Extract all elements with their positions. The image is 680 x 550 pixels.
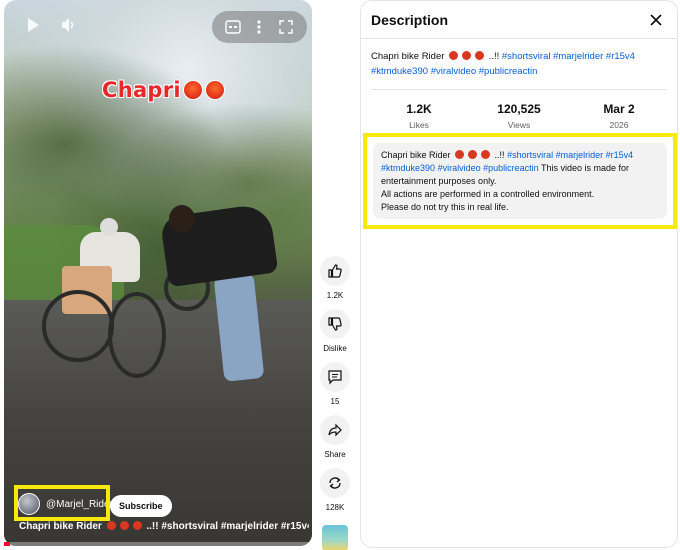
description-title-suffix: ..!!: [492, 150, 508, 160]
description-highlight-box: Chapri bike Rider ..!! #shortsviral #mar…: [363, 133, 677, 229]
hashtag-link[interactable]: #publicreactin: [483, 163, 539, 173]
video-frame-rider-head: [169, 205, 195, 233]
hashtag-link[interactable]: #r15v4: [606, 150, 634, 160]
video-title[interactable]: Chapri bike Rider ..!! #shortsviral #mar…: [19, 521, 309, 532]
remix-count: 128K: [325, 503, 345, 512]
fullscreen-icon[interactable]: [275, 16, 297, 38]
stat-value: 1.2K: [406, 102, 432, 116]
channel-highlight-box: [14, 485, 110, 521]
action-rail: 1.2K Dislike 15 Share 128K: [318, 256, 352, 550]
remix-icon: [329, 477, 341, 489]
angry-face-icon: [455, 150, 465, 159]
like-count: 1.2K: [326, 291, 344, 300]
video-frame-head: [100, 218, 118, 236]
dislike-button[interactable]: [320, 309, 350, 339]
angry-face-icon: [132, 521, 142, 530]
play-icon[interactable]: [22, 14, 44, 36]
video-stats: 1.2K Likes 120,525 Views Mar 2 2026: [361, 90, 677, 130]
player-top-left-controls: [22, 14, 80, 36]
hashtag-link[interactable]: #marjelrider: [556, 150, 604, 160]
thumbs-up-icon: [328, 264, 342, 278]
share-icon: [328, 423, 342, 437]
angry-face-icon: [481, 150, 491, 159]
stat-value: 120,525: [497, 102, 541, 116]
dislike-label: Dislike: [323, 344, 347, 353]
description-intro: Chapri bike Rider ..!! #shortsviral #mar…: [361, 39, 677, 79]
angry-face-icon: [449, 51, 459, 60]
hashtag-link[interactable]: #r15v4: [606, 51, 635, 62]
more-options-icon[interactable]: [248, 16, 270, 38]
hashtag-link[interactable]: #ktmduke390: [371, 66, 428, 77]
video-progress-bar[interactable]: [4, 542, 312, 546]
stat-label: Likes: [409, 120, 429, 130]
close-icon: [650, 13, 662, 26]
description-panel-header: Description: [361, 1, 677, 39]
captions-icon[interactable]: [222, 16, 244, 38]
hashtag-link[interactable]: #marjelrider: [553, 51, 603, 62]
comments-count: 15: [330, 397, 340, 406]
description-title-text: Chapri bike Rider: [381, 150, 451, 160]
video-player[interactable]: Chapri @Marjel_Rider Subscribe Chapri bi…: [4, 0, 312, 546]
hashtag-link[interactable]: #viralvideo: [438, 163, 481, 173]
hashtag-link[interactable]: #ktmduke390: [381, 163, 435, 173]
video-progress-fill: [4, 542, 11, 546]
hashtag-link[interactable]: #publicreactin: [479, 66, 538, 77]
angry-face-icon: [204, 80, 225, 100]
stat-likes: 1.2K Likes: [374, 102, 464, 130]
share-label: Share: [324, 450, 346, 459]
description-panel: Description Chapri bike Rider ..!! #shor…: [360, 0, 678, 548]
angry-face-icon: [462, 51, 472, 60]
angry-face-icon: [468, 150, 478, 159]
video-frame-wheel: [42, 290, 114, 362]
description-line-2: All actions are performed in a controlle…: [381, 189, 595, 199]
comment-icon: [328, 370, 342, 385]
angry-face-icon: [119, 521, 129, 530]
intro-title-text: Chapri bike Rider: [371, 51, 445, 62]
description-line-3: Please do not try this in real life.: [381, 202, 509, 212]
share-button[interactable]: [320, 415, 350, 445]
like-button[interactable]: [320, 256, 350, 286]
close-button[interactable]: [645, 9, 667, 31]
angry-face-icon: [182, 80, 203, 100]
stat-value: Mar 2: [603, 102, 635, 116]
video-title-suffix: ..!! #shortsviral #marjelrider #r15v4 ..…: [143, 521, 309, 532]
thumbs-down-icon: [328, 317, 342, 331]
audio-track-thumbnail[interactable]: [322, 525, 348, 550]
intro-title-suffix: ..!!: [486, 51, 502, 62]
angry-face-icon: [475, 51, 485, 60]
hashtag-link[interactable]: #shortsviral: [507, 150, 553, 160]
angry-face-icon: [106, 521, 116, 530]
hashtag-link[interactable]: #shortsviral: [502, 51, 551, 62]
video-overlay-text: Chapri: [102, 78, 181, 102]
full-description: Chapri bike Rider ..!! #shortsviral #mar…: [373, 143, 667, 219]
video-title-text: Chapri bike Rider: [19, 521, 102, 532]
subscribe-button[interactable]: Subscribe: [110, 495, 172, 517]
video-frame-wheel: [108, 292, 166, 378]
volume-icon[interactable]: [58, 14, 80, 36]
player-top-right-controls: [212, 11, 307, 43]
shorts-page: Chapri @Marjel_Rider Subscribe Chapri bi…: [0, 0, 680, 550]
stat-label: 2026: [609, 120, 629, 130]
hashtag-link[interactable]: #viralvideo: [431, 66, 476, 77]
stat-date: Mar 2 2026: [574, 102, 664, 130]
panel-title: Description: [371, 11, 449, 28]
stat-label: Views: [507, 120, 531, 130]
remix-button[interactable]: [320, 468, 350, 498]
comments-button[interactable]: [320, 362, 350, 392]
video-overlay-caption: Chapri: [102, 78, 225, 102]
stat-views: 120,525 Views: [474, 102, 564, 130]
